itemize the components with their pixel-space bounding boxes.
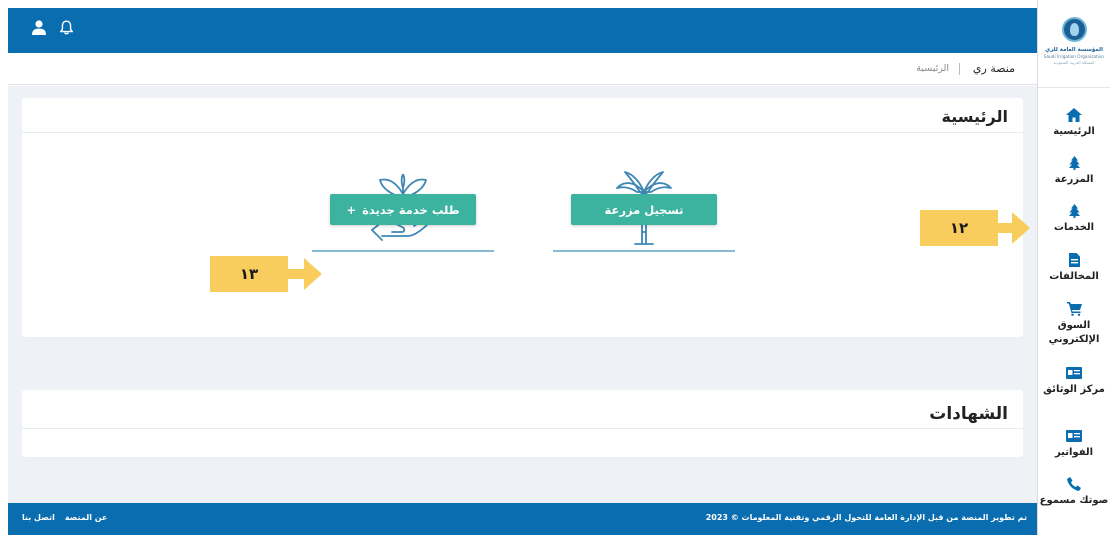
sidebar-item-services[interactable]: الخدمات <box>1038 203 1110 235</box>
phone-icon <box>1067 476 1081 492</box>
page-title: الرئيسية <box>941 107 1009 126</box>
sidebar-item-documents-center[interactable]: مركز الوثائق <box>1038 365 1110 397</box>
sidebar-item-label: الرئيسية <box>1053 126 1095 137</box>
breadcrumb-current: الرئيسية <box>916 63 949 74</box>
register-farm-button[interactable]: تسجيل مزرعة <box>571 194 717 225</box>
annotation-stem <box>287 269 305 279</box>
sidebar-item-marketplace[interactable]: السوق الإلكتروني <box>1038 301 1110 347</box>
certificates-card: الشهادات <box>22 390 1023 457</box>
tree-icon <box>1068 155 1080 171</box>
document-icon <box>1068 252 1080 268</box>
footer: تم تطوير المنصة من قبل الإدارة العامة لل… <box>8 503 1037 535</box>
plus-icon: + <box>346 202 357 217</box>
sidebar: المؤسسة العامة للري Saudi Irrigation Org… <box>1037 0 1110 535</box>
action-divider <box>553 250 735 252</box>
home-card: الرئيسية تسجيل مزرعة طلب خدمة جديدة + <box>22 98 1023 337</box>
sidebar-item-home[interactable]: الرئيسية <box>1038 107 1110 139</box>
sidebar-item-label: الخدمات <box>1053 222 1095 233</box>
breadcrumb: منصة ري الرئيسية <box>8 53 1037 85</box>
logo[interactable]: المؤسسة العامة للري Saudi Irrigation Org… <box>1038 0 1110 88</box>
user-icon[interactable] <box>32 20 46 39</box>
id-card-icon <box>1066 428 1082 444</box>
annotation-label: ١٣ <box>210 256 288 292</box>
action-divider <box>312 250 494 252</box>
sidebar-item-invoices[interactable]: الفواتير <box>1038 428 1110 460</box>
certificates-title: الشهادات <box>929 404 1008 424</box>
sidebar-item-label: مركز الوثائق <box>1043 384 1105 395</box>
logo-text-arabic: المؤسسة العامة للري <box>1045 47 1103 53</box>
sidebar-item-your-voice[interactable]: صوتك مسموع <box>1038 476 1110 508</box>
register-farm-button-label: تسجيل مزرعة <box>604 202 684 217</box>
sidebar-item-label: المزرعة <box>1054 174 1094 185</box>
footer-copyright: تم تطوير المنصة من قبل الإدارة العامة لل… <box>705 513 1027 522</box>
bell-icon[interactable] <box>59 20 74 39</box>
card-divider <box>22 132 1023 133</box>
id-card-icon <box>1066 365 1082 381</box>
sidebar-item-violations[interactable]: المخالفات <box>1038 252 1110 284</box>
home-icon <box>1066 107 1082 123</box>
footer-link-about[interactable]: عن المنصة <box>65 513 108 522</box>
sidebar-item-label: صوتك مسموع <box>1039 495 1109 506</box>
logo-text-english: Saudi Irrigation Organization <box>1043 54 1105 59</box>
new-service-request-button[interactable]: طلب خدمة جديدة + <box>330 194 476 225</box>
annotation-stem <box>997 223 1013 233</box>
logo-text-country: المملكة العربية السعودية <box>1053 60 1095 65</box>
main-content: الرئيسية تسجيل مزرعة طلب خدمة جديدة + ال… <box>8 86 1037 503</box>
breadcrumb-platform[interactable]: منصة ري <box>973 62 1015 75</box>
sidebar-item-farm[interactable]: المزرعة <box>1038 155 1110 187</box>
logo-emblem-icon <box>1061 17 1087 42</box>
arrow-right-icon <box>304 258 322 290</box>
arrow-right-icon <box>1012 212 1030 244</box>
breadcrumb-separator <box>959 63 960 75</box>
cart-icon <box>1066 301 1082 317</box>
new-service-request-button-label: طلب خدمة جديدة <box>362 202 460 217</box>
sidebar-item-label: الفواتير <box>1054 447 1094 458</box>
card-divider <box>22 428 1023 429</box>
top-bar <box>8 8 1037 53</box>
sidebar-item-label: السوق الإلكتروني <box>1048 320 1100 345</box>
footer-link-contact[interactable]: اتصل بنا <box>22 513 55 522</box>
annotation-label: ١٢ <box>920 210 998 246</box>
tree-icon <box>1068 203 1080 219</box>
sidebar-item-label: المخالفات <box>1049 271 1099 282</box>
footer-links: عن المنصة اتصل بنا <box>22 513 107 522</box>
